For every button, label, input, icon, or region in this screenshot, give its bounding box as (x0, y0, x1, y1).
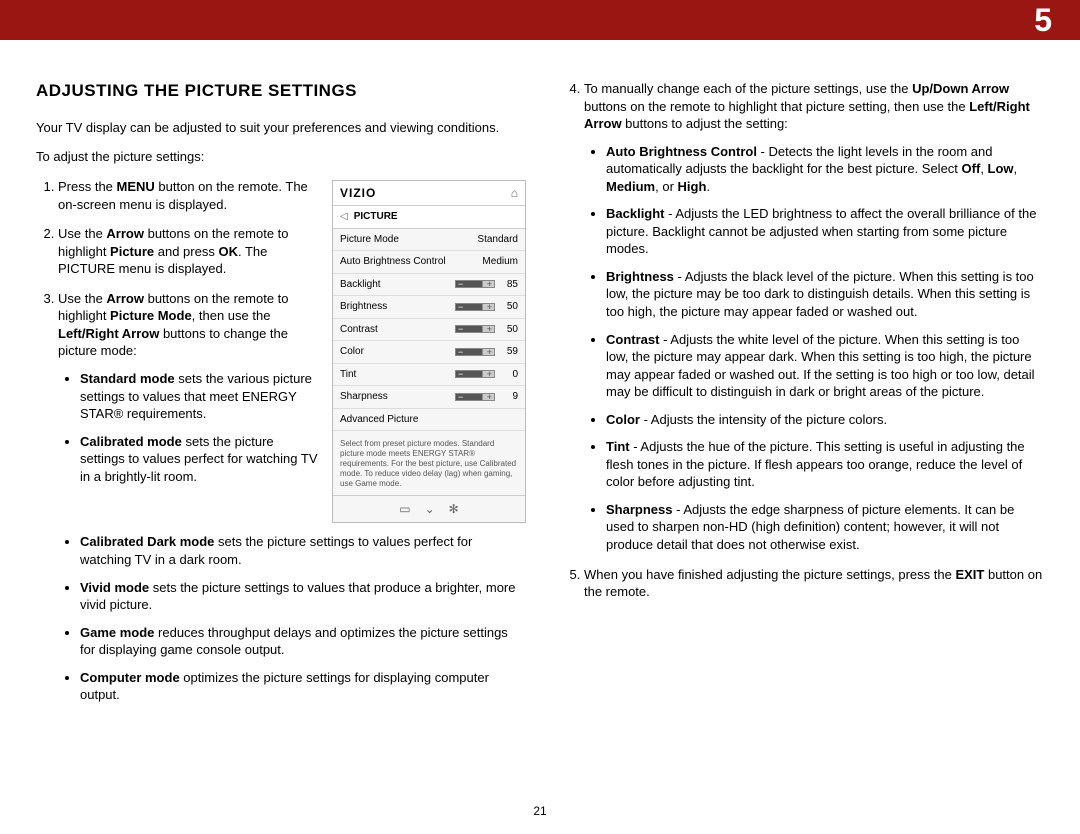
menu-help-text: Select from preset picture modes. Standa… (333, 431, 525, 495)
settings-list: Auto Brightness Control - Detects the li… (584, 143, 1044, 554)
step-4: To manually change each of the picture s… (584, 80, 1044, 554)
menu-footer: ▭ ⌄ ✻ (333, 495, 525, 522)
page-content: ADJUSTING THE PICTURE SETTINGS Your TV d… (0, 40, 1080, 714)
opt-abc: Auto Brightness Control - Detects the li… (606, 143, 1044, 196)
opt-color: Color - Adjusts the intensity of the pic… (606, 411, 1044, 429)
slider-icon (455, 370, 495, 378)
picture-modes-list-bottom: Calibrated Dark mode sets the picture se… (36, 533, 526, 703)
row-backlight: Backlight85 (333, 274, 525, 297)
step-5: When you have finished adjusting the pic… (584, 566, 1044, 601)
menu-header: VIZIO ⌂ (333, 181, 525, 206)
row-abc: Auto Brightness ControlMedium (333, 251, 525, 274)
mode-computer: Computer mode optimizes the picture sett… (80, 669, 526, 704)
steps-list-1: Press the MENU button on the remote. The… (36, 178, 318, 485)
row-tint: Tint0 (333, 364, 525, 387)
wide-icon: ▭ (399, 501, 410, 517)
opt-sharpness: Sharpness - Adjusts the edge sharpness o… (606, 501, 1044, 554)
menu-subheader: ◁ PICTURE (333, 206, 525, 229)
row-sharpness: Sharpness9 (333, 386, 525, 409)
back-icon: ◁ (340, 210, 348, 224)
mode-calibrated-dark: Calibrated Dark mode sets the picture se… (80, 533, 526, 568)
mode-game: Game mode reduces throughput delays and … (80, 624, 526, 659)
osd-menu: VIZIO ⌂ ◁ PICTURE Picture ModeStandard A… (332, 180, 526, 523)
slider-icon (455, 348, 495, 356)
home-icon: ⌂ (511, 185, 518, 201)
intro-paragraph: Your TV display can be adjusted to suit … (36, 119, 526, 137)
steps-list-2: To manually change each of the picture s… (562, 80, 1044, 601)
slider-icon (455, 280, 495, 288)
section-heading: ADJUSTING THE PICTURE SETTINGS (36, 80, 526, 103)
row-contrast: Contrast50 (333, 319, 525, 342)
picture-modes-list-top: Standard mode sets the various picture s… (58, 370, 318, 485)
step-3: Use the Arrow buttons on the remote to h… (58, 290, 318, 485)
row-picture-mode: Picture ModeStandard (333, 229, 525, 252)
row-brightness: Brightness50 (333, 296, 525, 319)
lead-paragraph: To adjust the picture settings: (36, 148, 526, 166)
slider-icon (455, 303, 495, 311)
chapter-header: 5 (0, 0, 1080, 40)
opt-brightness: Brightness - Adjusts the black level of … (606, 268, 1044, 321)
gear-icon: ✻ (449, 501, 459, 517)
left-column: ADJUSTING THE PICTURE SETTINGS Your TV d… (36, 80, 526, 714)
step-1: Press the MENU button on the remote. The… (58, 178, 318, 213)
opt-contrast: Contrast - Adjusts the white level of th… (606, 331, 1044, 401)
chapter-number: 5 (1034, 2, 1052, 39)
opt-tint: Tint - Adjusts the hue of the picture. T… (606, 438, 1044, 491)
right-column: To manually change each of the picture s… (562, 80, 1044, 714)
slider-icon (455, 325, 495, 333)
page-number: 21 (0, 804, 1080, 818)
slider-icon (455, 393, 495, 401)
menu-title: PICTURE (354, 210, 398, 224)
row-advanced: Advanced Picture (333, 409, 525, 432)
mode-standard: Standard mode sets the various picture s… (80, 370, 318, 423)
row-color: Color59 (333, 341, 525, 364)
mode-calibrated: Calibrated mode sets the picture setting… (80, 433, 318, 486)
step-2: Use the Arrow buttons on the remote to h… (58, 225, 318, 278)
opt-backlight: Backlight - Adjusts the LED brightness t… (606, 205, 1044, 258)
mode-vivid: Vivid mode sets the picture settings to … (80, 579, 526, 614)
chevron-down-icon: ⌄ (425, 501, 435, 517)
brand-logo: VIZIO (340, 185, 376, 201)
